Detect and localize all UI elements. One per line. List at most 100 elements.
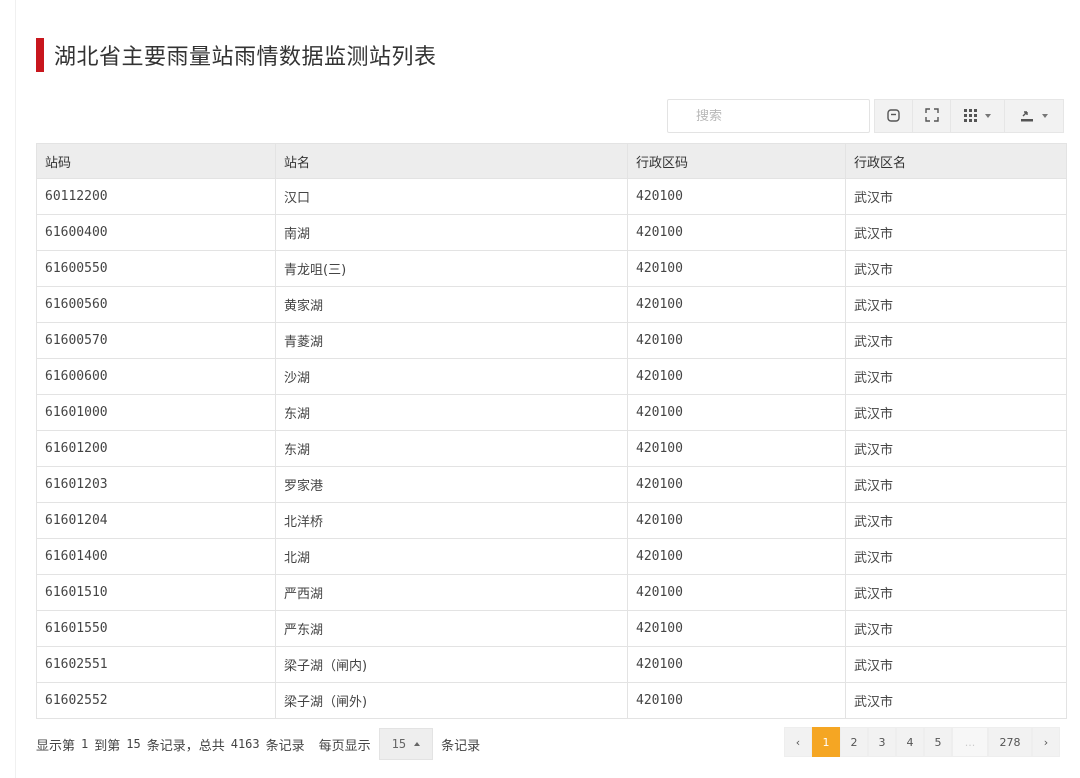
table-row[interactable]: 61600570 青菱湖 420100 武汉市: [36, 322, 1067, 359]
cell-station-name: 南湖: [275, 214, 628, 251]
cell-station-code: 61600600: [36, 358, 276, 395]
chevron-up-icon: [414, 742, 421, 746]
cell-region-code: 420100: [627, 538, 846, 575]
export-icon: [1020, 107, 1034, 126]
cell-station-code: 61602551: [36, 646, 276, 683]
record-to: 15: [126, 737, 141, 751]
toggle-view-button[interactable]: [875, 100, 913, 132]
cell-station-name: 严东湖: [275, 610, 628, 647]
table-toolbar: [667, 99, 1066, 133]
cell-region-code: 420100: [627, 646, 846, 683]
columns-grid-icon: [964, 107, 977, 126]
cell-station-code: 61600560: [36, 286, 276, 323]
cell-station-name: 梁子湖（闸内): [275, 646, 628, 683]
column-header-region-name[interactable]: 行政区名: [845, 143, 1067, 179]
search-box: [667, 99, 870, 133]
record-from: 1: [81, 737, 89, 751]
table-header-row: 站码 站名 行政区码 行政区名: [36, 143, 1067, 179]
page-button-1[interactable]: 1: [812, 727, 840, 757]
next-page-button[interactable]: ›: [1032, 727, 1060, 757]
cell-region-name: 武汉市: [845, 538, 1067, 575]
cell-station-code: 61600570: [36, 322, 276, 359]
show-prefix: 显示第: [36, 738, 76, 754]
cell-region-code: 420100: [627, 250, 846, 287]
page-button-5[interactable]: 5: [924, 727, 952, 757]
cell-station-name: 严西湖: [275, 574, 628, 611]
last-page-button[interactable]: 278: [988, 727, 1032, 757]
page-button-4[interactable]: 4: [896, 727, 924, 757]
page-button-3[interactable]: 3: [868, 727, 896, 757]
table-row[interactable]: 61600560 黄家湖 420100 武汉市: [36, 286, 1067, 323]
pagination: ‹ 1 2 3 4 5 ... 278 ›: [784, 727, 1060, 757]
cell-station-code: 61601204: [36, 502, 276, 539]
cell-region-code: 420100: [627, 286, 846, 323]
column-header-region-code[interactable]: 行政区码: [627, 143, 846, 179]
page-header: 湖北省主要雨量站雨情数据监测站列表: [36, 38, 437, 72]
chevron-down-icon: [1042, 114, 1048, 118]
export-button[interactable]: [1005, 100, 1063, 132]
cell-region-code: 420100: [627, 358, 846, 395]
cell-region-code: 420100: [627, 574, 846, 611]
cell-station-name: 东湖: [275, 430, 628, 467]
page-size-value: 15: [391, 737, 407, 751]
fullscreen-icon: [924, 107, 939, 126]
records-label: 条记录: [265, 738, 305, 754]
page-size-select[interactable]: 15: [378, 728, 434, 760]
cell-station-name: 沙湖: [275, 358, 628, 395]
cell-region-code: 420100: [627, 466, 846, 503]
cell-region-name: 武汉市: [845, 358, 1067, 395]
chevron-down-icon: [985, 114, 991, 118]
cell-region-name: 武汉市: [845, 178, 1067, 215]
cell-station-name: 东湖: [275, 394, 628, 431]
cell-region-name: 武汉市: [845, 646, 1067, 683]
table-row[interactable]: 61601000 东湖 420100 武汉市: [36, 394, 1067, 431]
per-page-label: 每页显示: [318, 738, 371, 754]
table-row[interactable]: 61601550 严东湖 420100 武汉市: [36, 610, 1067, 647]
cell-region-name: 武汉市: [845, 430, 1067, 467]
table-row[interactable]: 61601204 北洋桥 420100 武汉市: [36, 502, 1067, 539]
cell-region-name: 武汉市: [845, 214, 1067, 251]
cell-station-code: 61602552: [36, 682, 276, 719]
cell-station-name: 梁子湖（闸外): [275, 682, 628, 719]
cell-station-code: 61601510: [36, 574, 276, 611]
table-row[interactable]: 61602552 梁子湖（闸外) 420100 武汉市: [36, 682, 1067, 719]
records-total-label: 条记录，总共: [146, 738, 225, 754]
page-ellipsis: ...: [952, 727, 988, 757]
cell-station-name: 青菱湖: [275, 322, 628, 359]
table-row[interactable]: 60112200 汉口 420100 武汉市: [36, 178, 1067, 215]
page-button-2[interactable]: 2: [840, 727, 868, 757]
columns-button[interactable]: [951, 100, 1005, 132]
table-row[interactable]: 61600400 南湖 420100 武汉市: [36, 214, 1067, 251]
cell-station-code: 61600550: [36, 250, 276, 287]
cell-station-name: 北湖: [275, 538, 628, 575]
table-row[interactable]: 61602551 梁子湖（闸内) 420100 武汉市: [36, 646, 1067, 683]
pagination-info: 显示第 1 到第 15 条记录，总共 4163 条记录 每页显示 15 条记录: [36, 728, 480, 760]
table-row[interactable]: 61601200 东湖 420100 武汉市: [36, 430, 1067, 467]
cell-region-name: 武汉市: [845, 502, 1067, 539]
prev-page-button[interactable]: ‹: [784, 727, 812, 757]
column-header-station-code[interactable]: 站码: [36, 143, 276, 179]
cell-region-name: 武汉市: [845, 250, 1067, 287]
cell-station-name: 北洋桥: [275, 502, 628, 539]
page-title: 湖北省主要雨量站雨情数据监测站列表: [54, 45, 437, 70]
cell-region-code: 420100: [627, 394, 846, 431]
search-input[interactable]: [696, 108, 846, 124]
fullscreen-button[interactable]: [913, 100, 951, 132]
table-row[interactable]: 61600550 青龙咀(三) 420100 武汉市: [36, 250, 1067, 287]
cell-region-code: 420100: [627, 610, 846, 647]
table-row[interactable]: 61601203 罗家港 420100 武汉市: [36, 466, 1067, 503]
cell-region-name: 武汉市: [845, 682, 1067, 719]
table-row[interactable]: 61601510 严西湖 420100 武汉市: [36, 574, 1067, 611]
per-page-suffix: 条记录: [441, 738, 481, 754]
record-total: 4163: [230, 737, 260, 751]
cell-region-name: 武汉市: [845, 322, 1067, 359]
cell-station-name: 罗家港: [275, 466, 628, 503]
table-row[interactable]: 61601400 北湖 420100 武汉市: [36, 538, 1067, 575]
cell-region-name: 武汉市: [845, 286, 1067, 323]
table-row[interactable]: 61600600 沙湖 420100 武汉市: [36, 358, 1067, 395]
cell-station-code: 61600400: [36, 214, 276, 251]
to-label: 到第: [94, 738, 121, 754]
column-header-station-name[interactable]: 站名: [275, 143, 628, 179]
cell-region-code: 420100: [627, 502, 846, 539]
cell-region-name: 武汉市: [845, 574, 1067, 611]
